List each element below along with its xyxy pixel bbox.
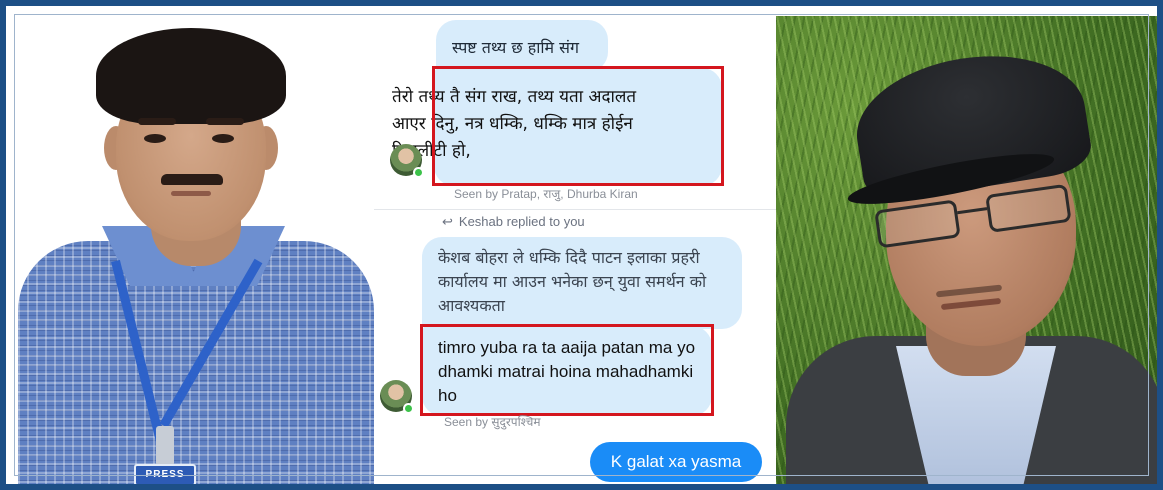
message-text: स्पष्ट तथ्य छ हामि संग bbox=[452, 38, 579, 57]
sender-avatar[interactable] bbox=[390, 144, 424, 178]
seen-receipt: Seen by Pratap, राजु, Dhurba Kiran bbox=[454, 187, 638, 201]
highlight-box bbox=[420, 324, 714, 416]
mustache bbox=[161, 174, 223, 185]
quoted-message-text: केशब बोहरा ले धम्कि दिदै पाटन इलाका प्रह… bbox=[438, 248, 707, 315]
sender-avatar[interactable] bbox=[380, 380, 414, 414]
chat-conversation-panel: स्पष्ट तथ्य छ हामि संग तेरो तथ्य तै संग … bbox=[374, 14, 776, 484]
received-message-bubble: स्पष्ट तथ्य छ हामि संग bbox=[436, 20, 608, 72]
online-dot-icon bbox=[403, 403, 414, 414]
glasses-bridge bbox=[957, 207, 988, 215]
eye-right bbox=[212, 134, 234, 143]
press-badge: PRESS bbox=[134, 464, 196, 484]
reply-indicator-label: Keshab replied to you bbox=[458, 214, 585, 229]
left-portrait-photo: PRESS bbox=[16, 16, 374, 484]
reply-arrow-icon: ↩ bbox=[442, 214, 453, 229]
highlight-box bbox=[432, 66, 724, 186]
sent-message-bubble: K galat xa yasma bbox=[590, 442, 762, 482]
eyebrow-left bbox=[138, 118, 176, 125]
reply-indicator: ↩ Keshab replied to you bbox=[442, 214, 585, 230]
right-portrait-photo bbox=[776, 16, 1157, 484]
seen-receipt: Seen by सुदुरपश्चिम bbox=[444, 415, 541, 429]
eyebrow-right bbox=[206, 118, 244, 125]
collage-frame: PRESS स्पष्ट तथ्य छ हामि संग तेरो तथ्य त… bbox=[0, 0, 1163, 490]
lanyard-clip bbox=[156, 426, 174, 466]
mouth bbox=[171, 191, 211, 196]
eye-left bbox=[144, 134, 166, 143]
hair bbox=[96, 28, 286, 124]
online-dot-icon bbox=[413, 167, 424, 178]
divider bbox=[374, 209, 776, 210]
